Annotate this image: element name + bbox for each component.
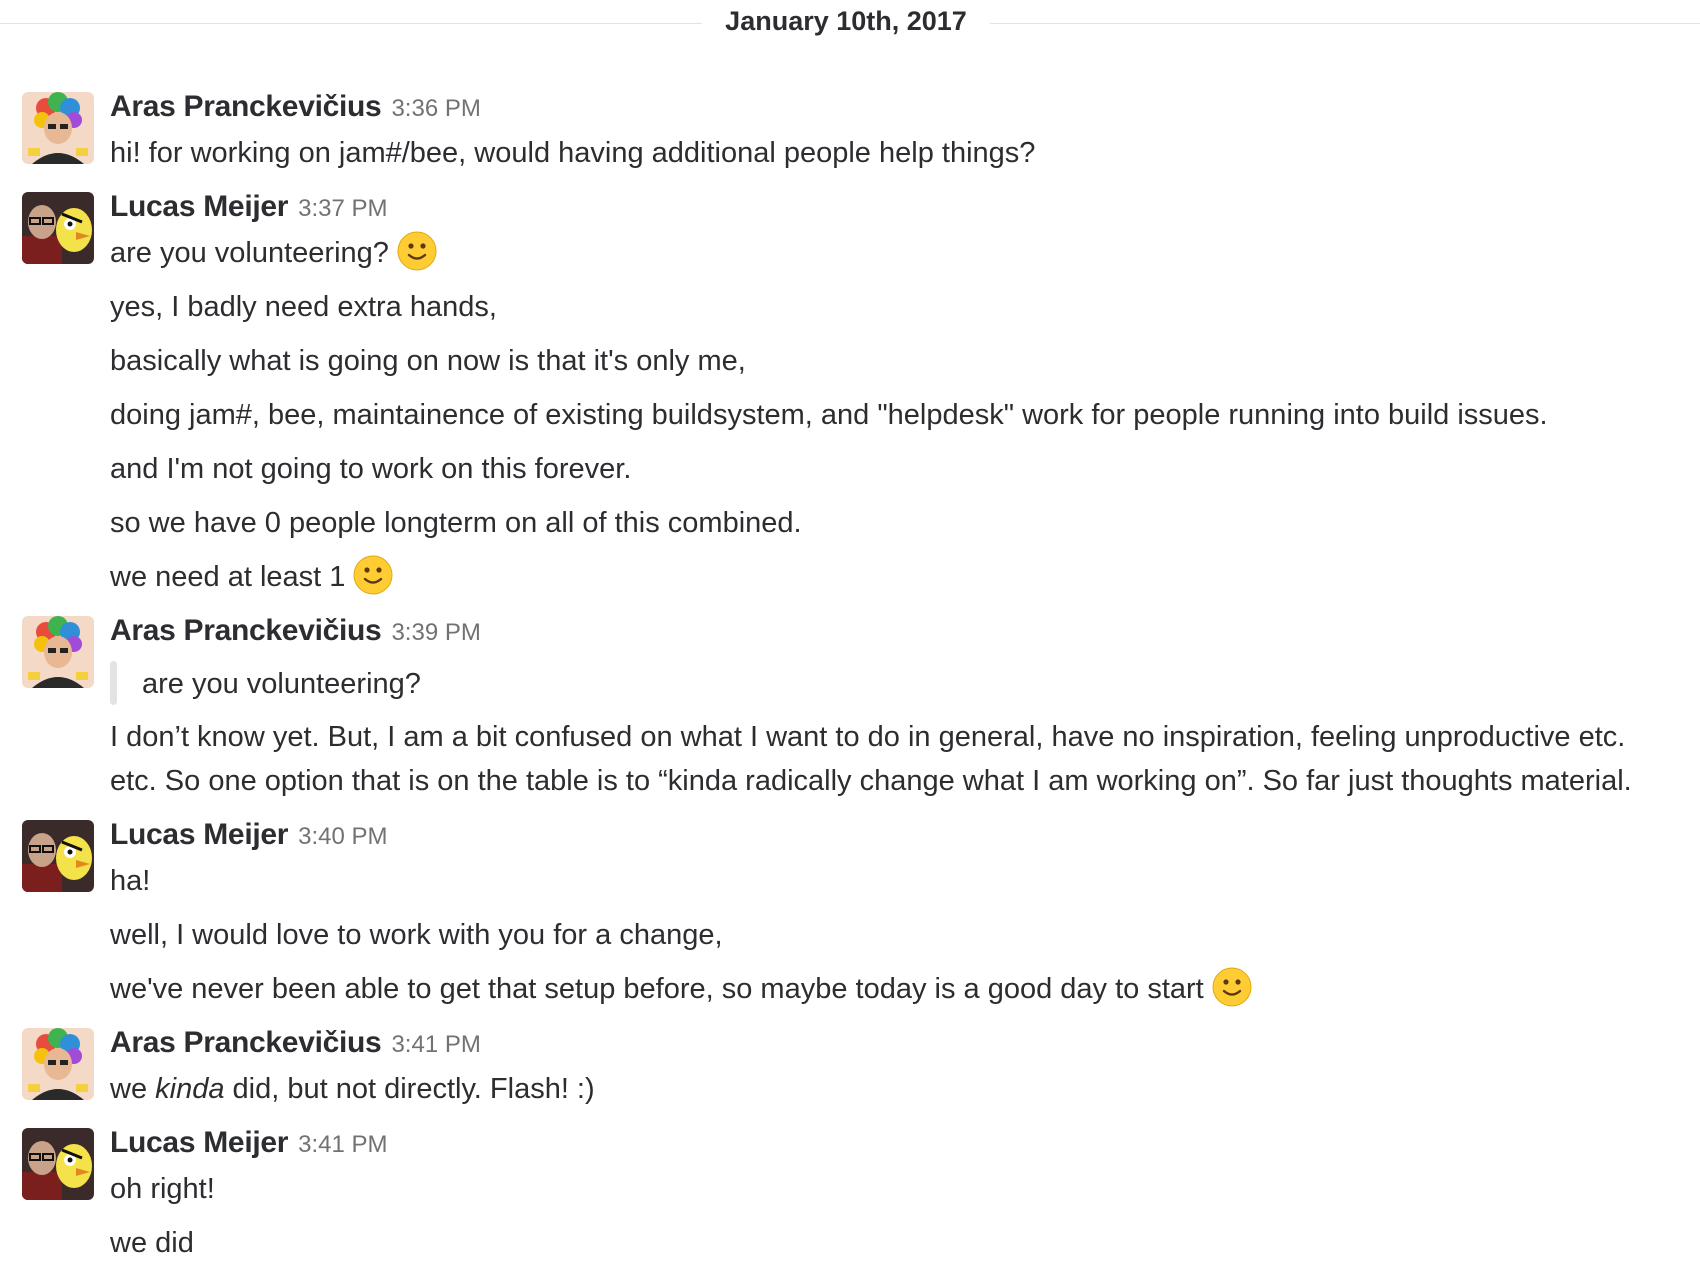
message-text: hi! for working on jam#/bee, would havin… <box>110 137 1036 169</box>
message-text: we need at least 1 <box>110 555 393 598</box>
author-name[interactable]: Lucas Meijer <box>110 190 288 223</box>
message-line: we've never been able to get that setup … <box>110 973 1204 1005</box>
author-name[interactable]: Aras Pranckevičius <box>110 1026 382 1059</box>
slightly-smiling-face-icon[interactable] <box>353 555 393 595</box>
divider-rule <box>0 23 702 24</box>
author-name[interactable]: Lucas Meijer <box>110 818 288 851</box>
message-author[interactable]: Aras Pranckevičius 3:41 PM <box>110 1026 481 1060</box>
avatar-lucas[interactable] <box>22 1128 94 1200</box>
divider-rule <box>990 23 1700 24</box>
message-timestamp[interactable]: 3:37 PM <box>298 195 387 222</box>
message-text: I don’t know yet. But, I am a bit confus… <box>110 721 1632 797</box>
message-timestamp[interactable]: 3:39 PM <box>391 619 480 646</box>
author-name[interactable]: Aras Pranckevičius <box>110 614 382 647</box>
message-text: are you volunteering? <box>110 231 437 274</box>
message-text: we kinda did, but not directly. Flash! :… <box>110 1069 595 1109</box>
slightly-smiling-face-icon[interactable] <box>1212 967 1252 1007</box>
message-text: we did <box>110 1227 194 1259</box>
message-line: we need at least 1 <box>110 561 346 593</box>
avatar-lucas[interactable] <box>22 192 94 264</box>
message-word: did, but not directly. Flash! :) <box>232 1073 595 1105</box>
slightly-smiling-face-icon[interactable] <box>397 231 437 271</box>
message-text: well, I would love to work with you for … <box>110 919 723 951</box>
author-name[interactable]: Aras Pranckevičius <box>110 90 382 123</box>
quoted-text: are you volunteering? <box>142 668 421 700</box>
avatar-aras[interactable] <box>22 92 94 164</box>
message-author[interactable]: Aras Pranckevičius 3:36 PM <box>110 90 481 124</box>
message-timestamp[interactable]: 3:40 PM <box>298 823 387 850</box>
message-text: ha! <box>110 865 151 897</box>
emphasized-word: kinda <box>155 1073 225 1105</box>
message-text: oh right! <box>110 1173 215 1205</box>
author-name[interactable]: Lucas Meijer <box>110 1126 288 1159</box>
message-text: basically what is going on now is that i… <box>110 345 746 377</box>
message-text: doing jam#, bee, maintainence of existin… <box>110 399 1548 431</box>
message-author[interactable]: Aras Pranckevičius 3:39 PM <box>110 614 481 648</box>
message-word: we <box>110 1073 148 1105</box>
message-timestamp[interactable]: 3:41 PM <box>391 1031 480 1058</box>
avatar-aras[interactable] <box>22 1028 94 1100</box>
avatar-lucas[interactable] <box>22 820 94 892</box>
day-divider: January 10th, 2017 <box>0 0 1700 48</box>
message-author[interactable]: Lucas Meijer 3:41 PM <box>110 1126 388 1160</box>
message-timestamp[interactable]: 3:36 PM <box>391 95 480 122</box>
message-text: and I'm not going to work on this foreve… <box>110 453 632 485</box>
message-author[interactable]: Lucas Meijer 3:37 PM <box>110 190 388 224</box>
message-timestamp[interactable]: 3:41 PM <box>298 1131 387 1158</box>
avatar-aras[interactable] <box>22 616 94 688</box>
message-text: so we have 0 people longterm on all of t… <box>110 507 802 539</box>
message-text: yes, I badly need extra hands, <box>110 291 497 323</box>
message-line: are you volunteering? <box>110 237 389 269</box>
day-divider-label: January 10th, 2017 <box>725 6 967 36</box>
message-author[interactable]: Lucas Meijer 3:40 PM <box>110 818 388 852</box>
message-text: we've never been able to get that setup … <box>110 967 1252 1010</box>
quote-bar <box>110 661 117 705</box>
